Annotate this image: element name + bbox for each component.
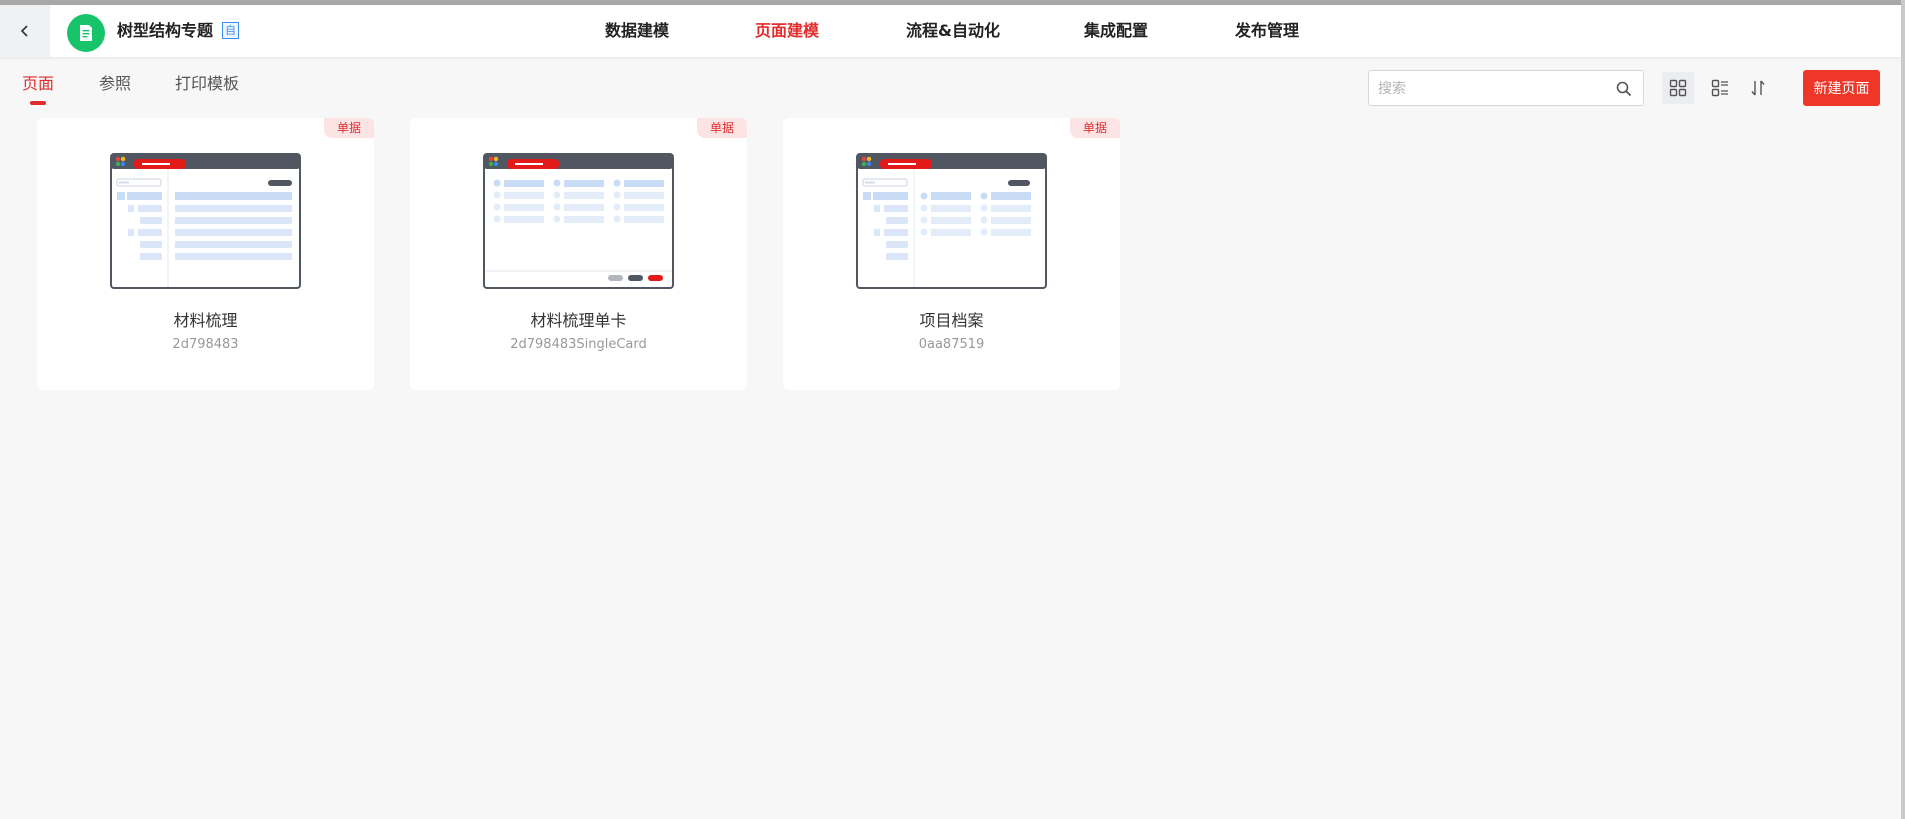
page-card[interactable]: 单据 项目档案 0aa87519: [783, 118, 1120, 390]
card-title: 材料梳理: [173, 311, 238, 330]
page-thumbnail-single-card: [483, 153, 674, 289]
app-header: 树型结构专题 自 数据建模 页面建模 流程&自动化 集成配置 发布管理: [0, 5, 1901, 57]
page-card[interactable]: 单据 材料梳理单卡 2d798483SingleCard: [410, 118, 747, 390]
card-type-badge: 单据: [697, 118, 747, 138]
card-type-badge: 单据: [324, 118, 374, 138]
nav-page-modeling[interactable]: 页面建模: [755, 20, 819, 42]
nav-flow-automation[interactable]: 流程&自动化: [906, 20, 1000, 42]
tab-pages[interactable]: 页面: [22, 72, 54, 96]
nav-data-modeling[interactable]: 数据建模: [605, 20, 669, 42]
new-page-button[interactable]: 新建页面: [1803, 70, 1880, 106]
card-title: 材料梳理单卡: [530, 311, 627, 330]
card-title: 项目档案: [919, 311, 984, 330]
app-logo: [67, 14, 105, 52]
card-code: 0aa87519: [918, 337, 985, 352]
search-icon[interactable]: [1615, 80, 1633, 98]
app-type-badge: 自: [222, 22, 239, 39]
search-input[interactable]: [1378, 79, 1598, 99]
page-card[interactable]: 单据 材料梳理 2d798483: [37, 118, 374, 390]
back-button[interactable]: [0, 5, 50, 57]
document-icon: [80, 25, 92, 41]
search-box: [1368, 70, 1644, 106]
chevron-left-icon: [20, 25, 28, 37]
card-type-badge: 单据: [1070, 118, 1120, 138]
sort-button[interactable]: [1742, 72, 1774, 104]
list-view-icon: [1711, 79, 1728, 97]
card-code: 2d798483: [172, 337, 239, 352]
grid-view-button[interactable]: [1662, 72, 1694, 104]
page-thumbnail-tree-grid: [856, 153, 1047, 289]
active-tab-indicator: [30, 101, 46, 105]
window-edge: [1901, 0, 1905, 819]
tab-references[interactable]: 参照: [99, 72, 131, 96]
list-view-button[interactable]: [1704, 72, 1736, 104]
tab-print-templates[interactable]: 打印模板: [175, 72, 239, 96]
sort-icon: [1751, 80, 1765, 96]
nav-release-management[interactable]: 发布管理: [1235, 20, 1299, 42]
card-code: 2d798483SingleCard: [510, 337, 647, 352]
page-thumbnail-tree-list: [110, 153, 301, 289]
app-title: 树型结构专题: [117, 21, 214, 40]
nav-integration-config[interactable]: 集成配置: [1084, 20, 1148, 42]
grid-view-icon: [1669, 79, 1687, 97]
